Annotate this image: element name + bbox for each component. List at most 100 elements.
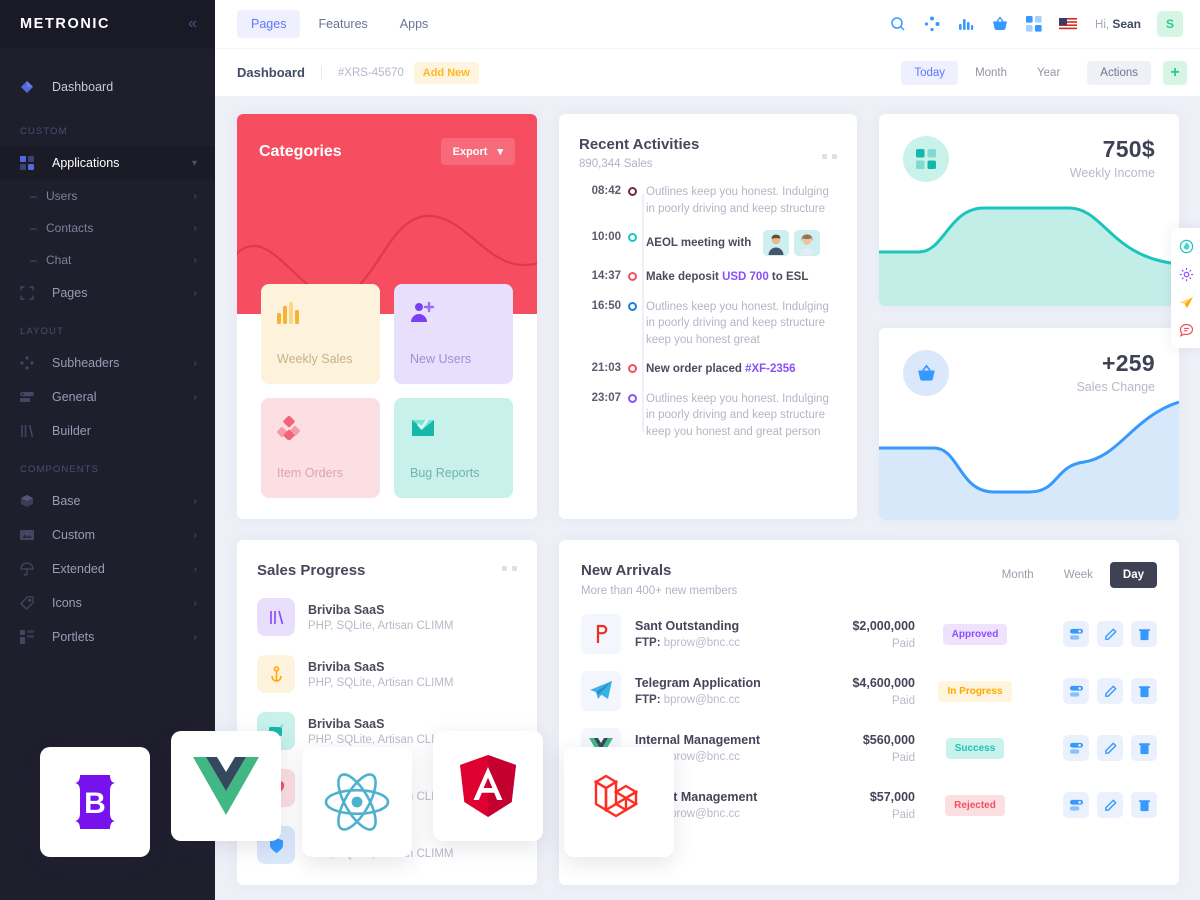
tile-label: Bug Reports [410,466,480,480]
send-icon[interactable] [1173,289,1199,315]
timeline-marker [621,299,643,349]
timeline-time: 14:37 [591,270,621,282]
timeline-link[interactable]: #XF-2356 [745,363,796,375]
tab-pages[interactable]: Pages [237,10,301,38]
sidebar-item-custom[interactable]: Custom › [0,518,215,552]
tile-item-orders[interactable]: Item Orders [261,398,380,498]
tab-month[interactable]: Month [989,562,1047,588]
dots-icon[interactable] [502,566,517,571]
recent-activities-title: Recent Activities [579,136,700,153]
row-name: Sant Outstanding [635,619,740,633]
sidebar-item-dashboard[interactable]: Dashboard [0,70,215,104]
user-plus-icon [410,301,497,329]
sidebar-item-extended[interactable]: Extended › [0,552,215,586]
settings-icon[interactable] [1063,621,1089,647]
settings-icon[interactable] [1063,792,1089,818]
sidebar-item-builder[interactable]: Builder [0,414,215,448]
export-button[interactable]: Export ▾ [440,138,515,165]
react-icon[interactable] [302,747,412,857]
edit-icon[interactable] [1097,678,1123,704]
sidebar-item-portlets[interactable]: Portlets › [0,620,215,654]
search-icon[interactable] [889,15,907,33]
sidebar-label: Icons [52,596,82,610]
sidebar-label: Pages [52,286,88,300]
sticky-toolbar [1171,228,1200,348]
tab-features[interactable]: Features [304,10,381,38]
sidebar-label: Contacts [46,221,94,235]
timeline-link[interactable]: USD 700 [722,271,769,283]
grid-icon[interactable] [1025,15,1043,33]
edit-icon[interactable] [1097,735,1123,761]
ticket-id: #XRS-45670 [337,66,404,79]
stat-label: Sales Change [1076,380,1155,394]
timeline-marker [621,269,643,286]
row-paid: Paid [891,751,915,764]
timeline-item: 10:00 AEOL meeting with [579,230,837,256]
item-name: Briviba SaaS [308,716,385,731]
subheader: Dashboard #XRS-45670 Add New Today Month… [215,48,1200,96]
gear-icon[interactable] [1173,261,1199,287]
bootstrap-icon[interactable]: B [40,747,150,857]
sidebar-section-components: COMPONENTS [20,464,100,475]
laravel-icon[interactable] [564,747,674,857]
vue-icon[interactable] [171,731,281,841]
row-amount: $57,000 Paid [795,790,915,821]
new-arrivals-header: New Arrivals More than 400+ new members … [581,562,1157,597]
sales-change-card: +259 Sales Change [879,328,1179,520]
delete-icon[interactable] [1131,678,1157,704]
tab-week[interactable]: Week [1051,562,1106,588]
brand-logo-text: METRONIC [20,16,111,32]
dash-icon: – [30,253,37,267]
filter-year[interactable]: Year [1024,61,1073,85]
activity-timeline: 08:42 Outlines keep you honest. Indulgin… [579,184,837,440]
timeline-time: 23:07 [591,391,621,404]
sidebar-item-general[interactable]: General › [0,380,215,414]
us-flag-icon[interactable] [1059,15,1078,33]
sidebar-item-chat[interactable]: – Chat › [0,244,215,276]
droplet-icon[interactable] [1173,233,1199,259]
sidebar-item-subheaders[interactable]: Subheaders › [0,346,215,380]
sidebar-item-base[interactable]: Base › [0,484,215,518]
sidebar-item-users[interactable]: – Users › [0,180,215,212]
dots-icon[interactable] [822,154,837,159]
sidebar-item-contacts[interactable]: – Contacts › [0,212,215,244]
add-new-button[interactable]: Add New [413,61,479,84]
chat-icon[interactable] [1173,317,1199,343]
row-price: $4,600,000 [852,675,915,690]
greeting-prefix: Hi, [1095,19,1110,31]
table-row[interactable]: Sant Outstanding FTP: bprow@bnc.cc $2,00… [581,614,1157,654]
tile-weekly-sales[interactable]: Weekly Sales [261,284,380,384]
actions-button[interactable]: Actions [1087,60,1151,85]
delete-icon[interactable] [1131,792,1157,818]
sidebar-label: Builder [52,424,91,438]
page-title: Dashboard [237,65,305,80]
share-nodes-icon[interactable] [923,15,941,33]
sidebar-item-icons[interactable]: Icons › [0,586,215,620]
plus-icon[interactable]: + [1163,60,1187,85]
sidebar-item-applications[interactable]: Applications ▾ [0,146,215,180]
edit-icon[interactable] [1097,792,1123,818]
angular-icon[interactable] [433,731,543,841]
filter-today[interactable]: Today [901,60,959,85]
edit-icon[interactable] [1097,621,1123,647]
table-row[interactable]: Telegram Application FTP: bprow@bnc.cc $… [581,671,1157,711]
delete-icon[interactable] [1131,621,1157,647]
delete-icon[interactable] [1131,735,1157,761]
tab-day[interactable]: Day [1109,562,1157,588]
dash-icon: – [30,221,37,235]
bar-chart-icon[interactable] [957,15,975,33]
settings-icon[interactable] [1063,678,1089,704]
tile-bug-reports[interactable]: Bug Reports [394,398,513,498]
list-item[interactable]: Briviba SaaS PHP, SQLite, Artisan CLIMM [257,598,517,636]
basket-icon[interactable] [991,15,1009,33]
topbar-actions: Hi, Sean S [889,11,1183,37]
filter-month[interactable]: Month [962,61,1020,85]
settings-icon[interactable] [1063,735,1089,761]
double-chevron-left-icon[interactable]: « [188,16,197,32]
server-icon [20,390,42,404]
tab-apps[interactable]: Apps [386,10,443,38]
sidebar-item-pages[interactable]: Pages › [0,276,215,310]
avatar[interactable]: S [1157,11,1183,37]
list-item[interactable]: Briviba SaaS PHP, SQLite, Artisan CLIMM [257,655,517,693]
tile-new-users[interactable]: New Users [394,284,513,384]
